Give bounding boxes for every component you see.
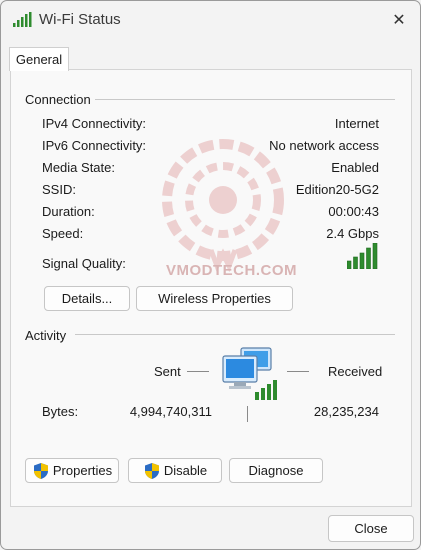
received-label: Received	[328, 364, 383, 379]
signal-quality-label: Signal Quality:	[42, 256, 126, 271]
media-state-value: Enabled	[331, 160, 379, 175]
close-button-label: Close	[354, 521, 388, 536]
connection-divider	[95, 99, 395, 100]
watermark-text: VMODTECH.COM	[166, 262, 297, 279]
activity-heading: Activity	[25, 328, 67, 343]
bytes-label: Bytes:	[42, 404, 79, 419]
speed-label: Speed:	[42, 226, 84, 241]
ssid-label: SSID:	[42, 182, 76, 197]
window-title: Wi-Fi Status	[39, 11, 121, 28]
ipv6-label: IPv6 Connectivity:	[42, 138, 147, 153]
wireless-properties-button[interactable]: Wireless Properties	[136, 286, 293, 311]
diagnose-button-label: Diagnose	[248, 463, 304, 478]
ssid-value: Edition20-5G2	[295, 182, 379, 197]
connection-heading: Connection	[25, 92, 91, 107]
sent-connector	[187, 371, 209, 372]
close-window-button[interactable]: ✕	[386, 7, 412, 33]
close-icon: ✕	[392, 12, 406, 29]
activity-divider	[75, 334, 395, 335]
signal-quality-icon	[347, 243, 378, 269]
wireless-properties-label: Wireless Properties	[158, 291, 271, 306]
close-button[interactable]: Close	[328, 515, 414, 542]
bytes-sent-value: 4,994,740,311	[129, 404, 212, 419]
title-bar: Wi-Fi Status ✕	[1, 1, 420, 39]
duration-value: 00:00:43	[328, 204, 379, 219]
tab-general[interactable]: General	[9, 47, 69, 71]
ipv4-value: Internet	[334, 116, 379, 131]
watermark-logo	[162, 139, 284, 273]
disable-button[interactable]: Disable	[128, 458, 222, 483]
ipv6-value: No network access	[269, 138, 379, 153]
bytes-received-value: 28,235,234	[313, 404, 379, 419]
duration-label: Duration:	[42, 204, 95, 219]
uac-shield-icon	[33, 462, 48, 479]
wifi-status-window: Wi-Fi Status ✕ General VMODTECH.COM Conn…	[0, 0, 421, 550]
bytes-divider	[247, 406, 248, 422]
properties-button-label: Properties	[52, 463, 113, 478]
sent-label: Sent	[154, 364, 181, 379]
speed-value: 2.4 Gbps	[326, 226, 379, 241]
signal-strength-icon	[13, 12, 32, 27]
media-state-label: Media State:	[42, 160, 115, 175]
network-computers-icon	[222, 347, 277, 400]
disable-button-label: Disable	[163, 463, 208, 478]
details-button[interactable]: Details...	[44, 286, 130, 311]
ipv4-label: IPv4 Connectivity:	[42, 116, 147, 131]
details-button-label: Details...	[61, 291, 113, 306]
received-connector	[287, 371, 309, 372]
diagnose-button[interactable]: Diagnose	[229, 458, 323, 483]
properties-button[interactable]: Properties	[25, 458, 119, 483]
uac-shield-icon	[144, 462, 159, 479]
